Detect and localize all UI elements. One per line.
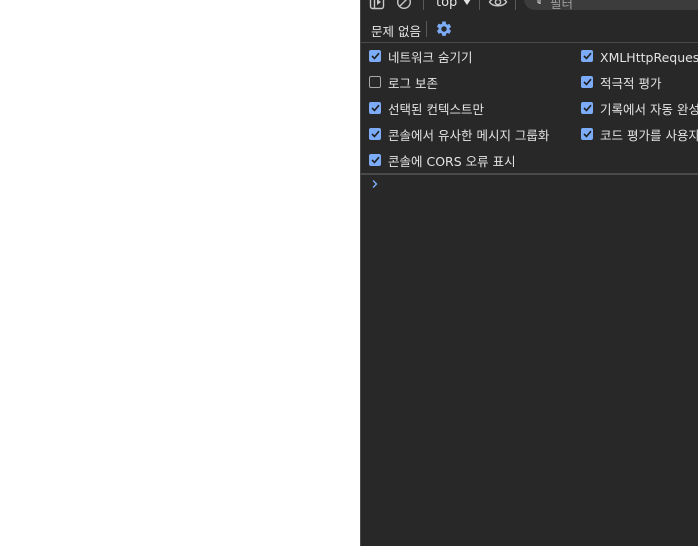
filter-input[interactable]: 필터 [524, 0, 698, 11]
setting-label: 선택된 컨텍스트만 [388, 101, 484, 117]
gear-icon [437, 21, 452, 36]
setting-label: 네트워크 숨기기 [388, 49, 473, 65]
setting-user-activation-eval[interactable]: 코드 평가를 사용자 작업으로 처리 [581, 125, 698, 143]
filter-placeholder: 필터 [550, 0, 574, 11]
issues-bar: 문제 없음 [361, 15, 698, 42]
sidebar-toggle-button[interactable] [369, 0, 385, 12]
chevron-right-icon [372, 180, 378, 188]
setting-show-cors-errors[interactable]: 콘솔에 CORS 오류 표시 [369, 151, 516, 169]
filter-icon [534, 0, 544, 7]
checkbox[interactable] [369, 76, 381, 88]
console-prompt[interactable] [371, 178, 381, 192]
setting-selected-context-only[interactable]: 선택된 컨텍스트만 [369, 99, 484, 117]
checkbox[interactable] [581, 102, 593, 114]
setting-label: 로그 보존 [388, 75, 438, 91]
console-settings-pane: 네트워크 숨기기 로그 보존 선택된 컨텍스트만 콘솔에서 유사한 메시지 그룹… [361, 43, 698, 173]
toolbar-separator [426, 21, 427, 37]
setting-hide-network[interactable]: 네트워크 숨기기 [369, 47, 472, 65]
devtools-console-panel: top 필터 문제 없음 네트워크 숨기기 로그 보존 선택된 컨텍스트만 콘솔… [361, 0, 698, 546]
checkbox[interactable] [369, 154, 381, 166]
clear-console-icon [397, 0, 411, 9]
checkbox[interactable] [581, 76, 593, 88]
setting-label: XMLHttpRequest 로깅 [600, 49, 698, 65]
eye-icon [488, 0, 508, 7]
setting-eager-evaluation[interactable]: 적극적 평가 [581, 73, 661, 91]
sidebar-toggle-icon [369, 0, 385, 10]
setting-label: 적극적 평가 [600, 75, 662, 91]
checkbox[interactable] [369, 128, 381, 140]
setting-group-similar[interactable]: 콘솔에서 유사한 메시지 그룹화 [369, 125, 549, 143]
chevron-down-icon [463, 0, 472, 5]
clear-console-button[interactable] [396, 0, 412, 12]
console-settings-button[interactable] [435, 20, 453, 38]
screen: top 필터 문제 없음 네트워크 숨기기 로그 보존 선택된 컨텍스트만 콘솔… [0, 0, 698, 546]
setting-autocomplete-history[interactable]: 기록에서 자동 완성 [581, 99, 698, 117]
setting-log-xhr[interactable]: XMLHttpRequest 로깅 [581, 47, 698, 65]
divider [361, 173, 698, 175]
toolbar-separator [515, 0, 516, 10]
checkbox[interactable] [369, 50, 381, 62]
toolbar-separator [479, 0, 480, 10]
issues-counter[interactable]: 문제 없음 [371, 21, 421, 40]
checkbox[interactable] [581, 50, 593, 62]
setting-label: 기록에서 자동 완성 [600, 101, 698, 117]
checkbox[interactable] [581, 128, 593, 140]
console-toolbar: top 필터 [361, 0, 698, 12]
checkbox[interactable] [369, 102, 381, 114]
setting-label: 콘솔에 CORS 오류 표시 [388, 153, 516, 169]
live-expression-button[interactable] [488, 0, 508, 12]
setting-label: 콘솔에서 유사한 메시지 그룹화 [388, 127, 550, 143]
setting-label: 코드 평가를 사용자 작업으로 처리 [600, 127, 698, 143]
toolbar-separator [423, 0, 424, 10]
context-label: top [436, 0, 458, 10]
setting-preserve-log[interactable]: 로그 보존 [369, 73, 438, 91]
context-selector[interactable]: top [436, 0, 472, 12]
page-viewport[interactable] [0, 0, 360, 546]
